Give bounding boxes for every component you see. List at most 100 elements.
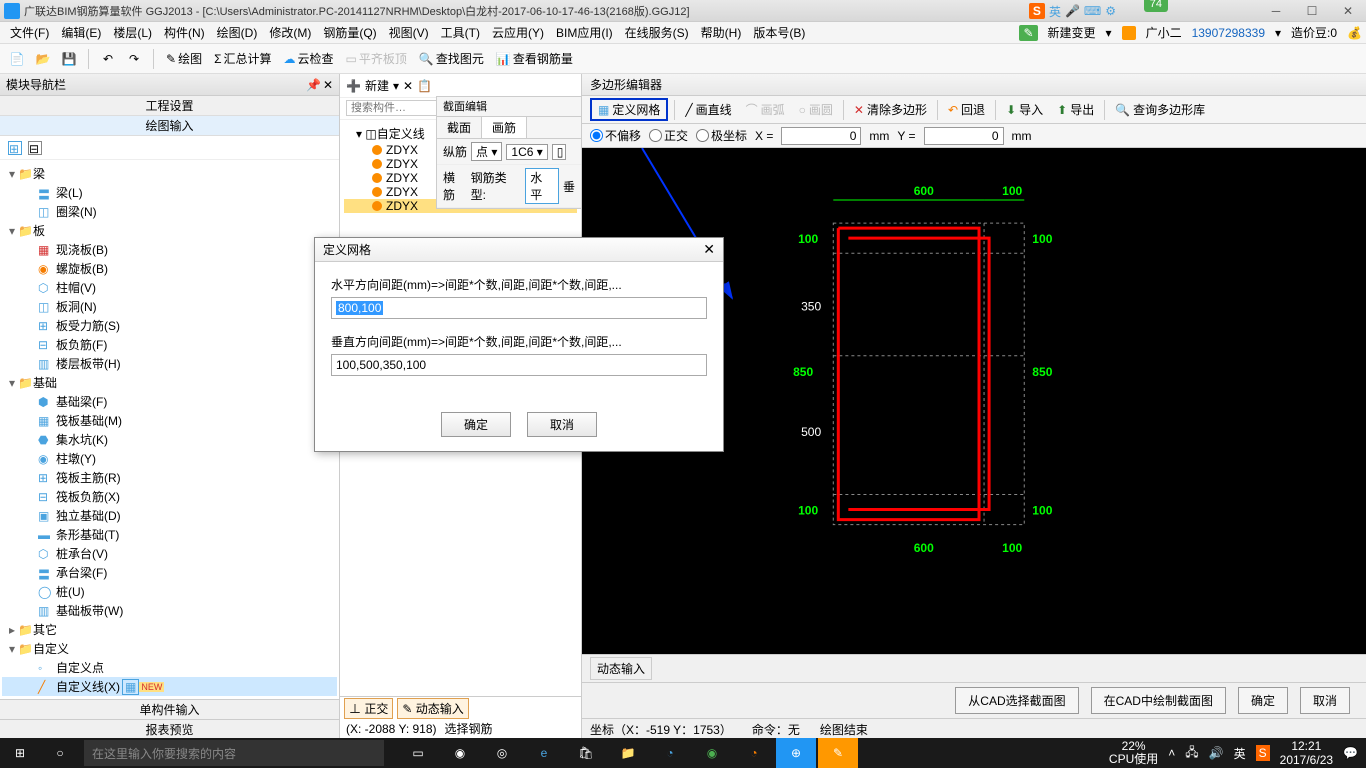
section-tab-huajin[interactable]: 画筋 (482, 117, 527, 138)
menu-floor[interactable]: 楼层(L) (107, 22, 158, 43)
app-icon-6[interactable]: ⊕ (776, 738, 816, 768)
menu-draw[interactable]: 绘图(D) (211, 22, 264, 43)
ime-mic-icon[interactable]: 🎤 (1065, 4, 1080, 18)
tree-item[interactable]: ⬣集水坑(K) (2, 430, 337, 449)
tree-group-beam[interactable]: ▾📁梁 (2, 164, 337, 183)
ime-settings-icon[interactable]: ⚙ (1105, 4, 1116, 18)
radio-no-offset[interactable]: 不偏移 (590, 127, 641, 144)
ortho-toggle[interactable]: ⊥ 正交 (344, 698, 393, 719)
task-view-icon[interactable]: ▭ (398, 738, 438, 768)
tree-item[interactable]: ⊟板负筋(F) (2, 335, 337, 354)
ime-logo-icon[interactable]: S (1029, 3, 1045, 19)
menu-file[interactable]: 文件(F) (4, 22, 55, 43)
y-input[interactable] (924, 127, 1004, 145)
ok-button[interactable]: 确定 (1238, 687, 1288, 714)
app-icon-2[interactable]: ◎ (482, 738, 522, 768)
draw-input-tab[interactable]: 绘图输入 (0, 116, 339, 136)
find-element-button[interactable]: 🔍查找图元 (415, 48, 488, 69)
tree-item[interactable]: ▥基础板带(W) (2, 601, 337, 620)
tree-item[interactable]: ◫圈梁(N) (2, 202, 337, 221)
proj-settings-tab[interactable]: 工程设置 (0, 96, 339, 116)
menu-modify[interactable]: 修改(M) (263, 22, 317, 43)
component-tree[interactable]: ▾📁梁 〓梁(L) ◫圈梁(N) ▾📁板 ▦现浇板(B) ◉螺旋板(B) ⬡柱帽… (0, 160, 339, 699)
explorer-icon[interactable]: 📁 (608, 738, 648, 768)
dialog-ok-button[interactable]: 确定 (441, 412, 511, 437)
menu-edit[interactable]: 编辑(E) (55, 22, 107, 43)
single-input-tab[interactable]: 单构件输入 (0, 700, 339, 720)
tree-group-custom[interactable]: ▾📁自定义 (2, 639, 337, 658)
view-rebar-button[interactable]: 📊查看钢筋量 (492, 48, 577, 69)
define-grid-button[interactable]: ▦定义网格 (590, 98, 668, 121)
minimize-button[interactable]: ─ (1262, 2, 1290, 20)
tree-item[interactable]: ◫板洞(N) (2, 297, 337, 316)
tray-net-icon[interactable]: 🖧 (1185, 743, 1198, 764)
menu-version[interactable]: 版本号(B) (747, 22, 811, 43)
tree-item-selected[interactable]: ╱自定义线(X)▦NEW (2, 677, 337, 696)
v-spacing-input[interactable] (331, 354, 707, 376)
tree-item[interactable]: ⊟筏板负筋(X) (2, 487, 337, 506)
redo-icon[interactable]: ↷ (123, 48, 145, 70)
query-lib-button[interactable]: 🔍查询多边形库 (1111, 99, 1209, 120)
app-icon-4[interactable]: ◉ (692, 738, 732, 768)
menu-view[interactable]: 视图(V) (383, 22, 435, 43)
new-button[interactable]: 新建 (365, 77, 389, 94)
tree-item[interactable]: 〓梁(L) (2, 183, 337, 202)
tree-group-other[interactable]: ▸📁其它 (2, 620, 337, 639)
app-icon-3[interactable]: ◔ (650, 738, 690, 768)
dyn-input-button[interactable]: 动态输入 (590, 657, 652, 680)
h-val-select[interactable]: 水平 (525, 168, 559, 204)
clock[interactable]: 12:21 2017/6/23 (1280, 739, 1333, 768)
phone-number[interactable]: 13907298339 (1192, 26, 1265, 40)
notification-icon[interactable]: 💬 (1343, 746, 1358, 760)
coin-icon[interactable]: 💰 (1347, 26, 1362, 40)
undo-icon[interactable]: ↶ (97, 48, 119, 70)
save-icon[interactable]: 💾 (58, 48, 80, 70)
tree-item[interactable]: ◯桩(U) (2, 582, 337, 601)
start-button[interactable]: ⊞ (0, 738, 40, 768)
tray-up-icon[interactable]: ˄ (1168, 746, 1175, 760)
cad-select-button[interactable]: 从CAD选择截面图 (955, 687, 1078, 714)
section-tab-jiemian[interactable]: 截面 (437, 117, 482, 138)
menu-tools[interactable]: 工具(T) (435, 22, 486, 43)
menu-rebar[interactable]: 钢筋量(Q) (317, 22, 382, 43)
x-input[interactable] (781, 127, 861, 145)
v-val-select[interactable]: 1C6 ▾ (506, 144, 547, 160)
new-change-icon[interactable]: ✎ (1019, 25, 1037, 41)
user-name[interactable]: 广小二 (1146, 24, 1182, 41)
open-file-icon[interactable]: 📂 (32, 48, 54, 70)
import-button[interactable]: ⬇导入 (1002, 99, 1047, 120)
menu-cloud[interactable]: 云应用(Y) (486, 22, 550, 43)
draw-button[interactable]: ✎绘图 (162, 48, 206, 69)
edge-icon[interactable]: e (524, 738, 564, 768)
dot-select[interactable]: 点 ▾ (471, 142, 502, 161)
tree-item[interactable]: ▥楼层板带(H) (2, 354, 337, 373)
export-button[interactable]: ⬆导出 (1053, 99, 1098, 120)
tree-item[interactable]: ◉柱墩(Y) (2, 449, 337, 468)
taskbar-search[interactable]: 在这里输入你要搜索的内容 (84, 740, 384, 766)
tree-item[interactable]: ▣独立基础(D) (2, 506, 337, 525)
clear-poly-button[interactable]: ✕清除多边形 (850, 99, 931, 120)
tree-item[interactable]: ◦自定义点 (2, 658, 337, 677)
tree-item[interactable]: ▦现浇板(B) (2, 240, 337, 259)
menu-component[interactable]: 构件(N) (158, 22, 211, 43)
new-file-icon[interactable]: 📄 (6, 48, 28, 70)
v-extra[interactable]: ▯ (552, 144, 566, 160)
tree-item[interactable]: ⬡桩承台(V) (2, 544, 337, 563)
ime-keyboard-icon[interactable]: ⌨ (1084, 4, 1101, 18)
new-change-label[interactable]: 新建变更 (1048, 24, 1096, 41)
cancel-button[interactable]: 取消 (1300, 687, 1350, 714)
pin-icon[interactable]: 📌 (306, 78, 321, 92)
maximize-button[interactable]: ☐ (1298, 2, 1326, 20)
radio-polar[interactable]: 极坐标 (696, 127, 747, 144)
close-panel-icon[interactable]: ✕ (323, 78, 333, 92)
copy-icon[interactable]: 📋 (417, 79, 432, 93)
report-preview-tab[interactable]: 报表预览 (0, 720, 339, 740)
app-icon-5[interactable]: ◔ (734, 738, 774, 768)
menu-bim[interactable]: BIM应用(I) (550, 22, 619, 43)
draw-line-button[interactable]: ╱画直线 (681, 99, 735, 120)
menu-help[interactable]: 帮助(H) (695, 22, 748, 43)
ime-lang[interactable]: 英 (1049, 3, 1061, 20)
tree-item[interactable]: ▦筏板基础(M) (2, 411, 337, 430)
tree-group-foundation[interactable]: ▾📁基础 (2, 373, 337, 392)
dialog-close-icon[interactable]: ✕ (703, 241, 715, 258)
